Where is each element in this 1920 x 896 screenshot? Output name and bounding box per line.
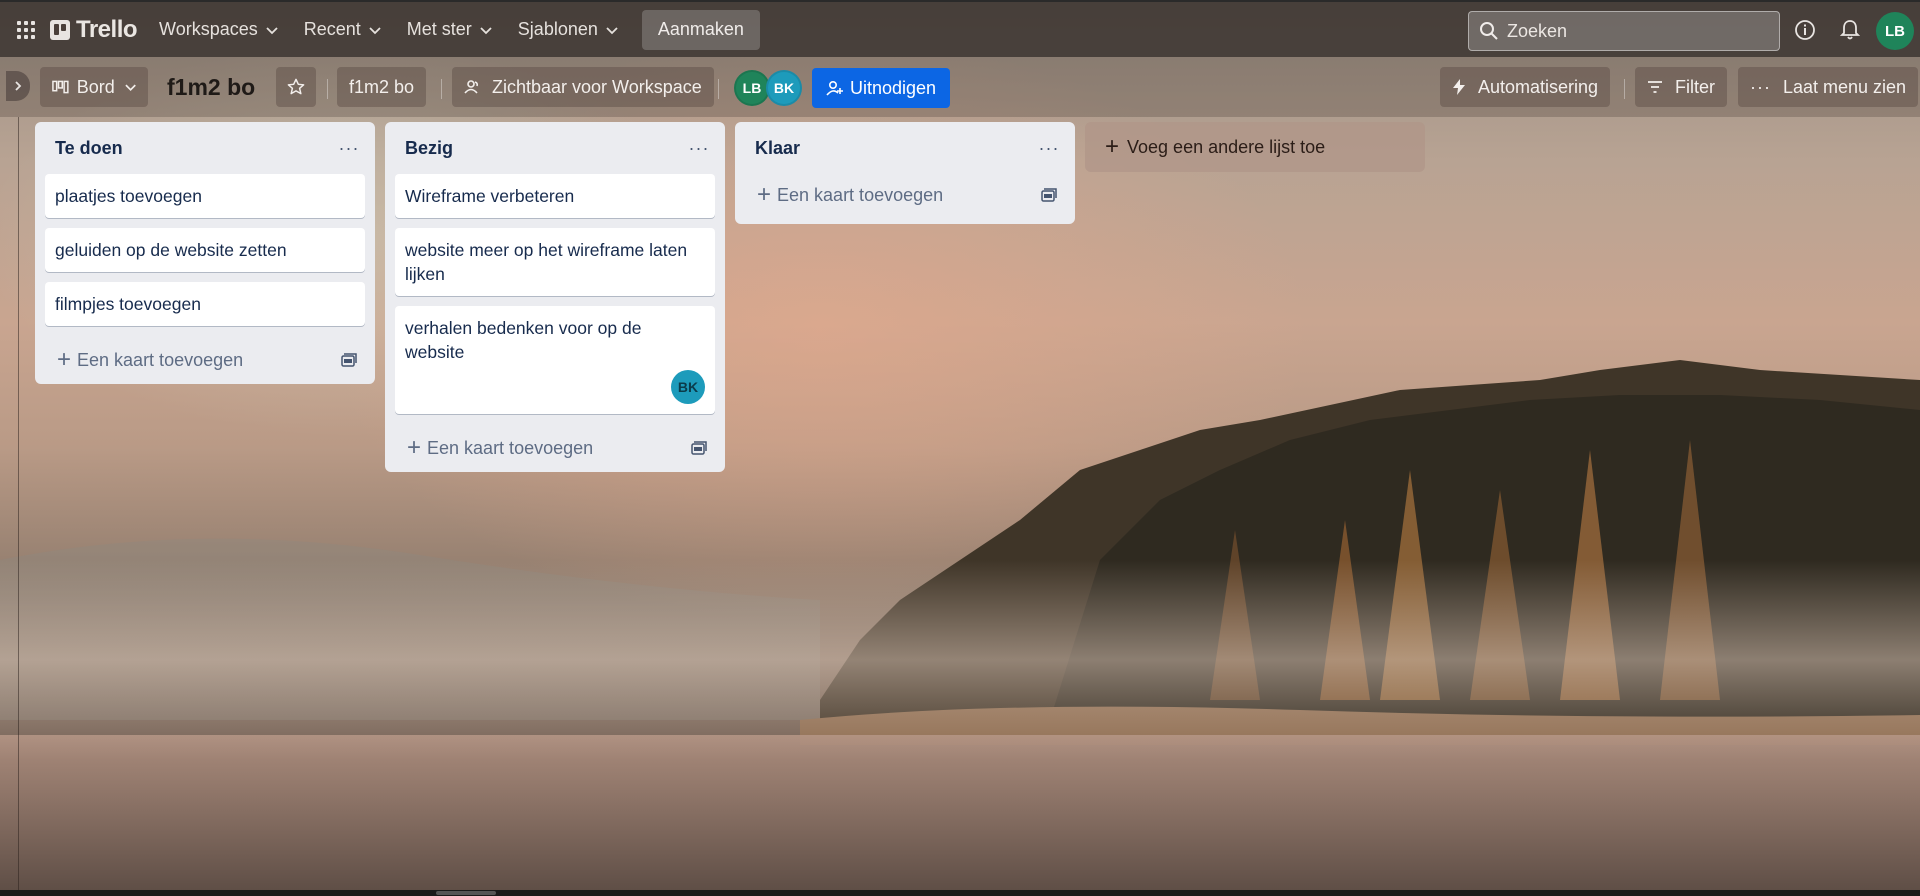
board-title[interactable]: f1m2 bo: [167, 74, 255, 101]
scrollbar-thumb[interactable]: [436, 891, 496, 895]
card[interactable]: geluiden op de website zetten: [45, 228, 365, 272]
list-menu-icon[interactable]: ···: [685, 134, 713, 162]
add-card-button[interactable]: + Een kaart toevoegen: [757, 183, 943, 207]
user-avatar[interactable]: LB: [1876, 12, 1914, 50]
plus-icon: +: [57, 346, 72, 373]
nav-templates[interactable]: Sjablonen: [508, 12, 628, 48]
add-card-label: Een kaart toevoegen: [427, 437, 594, 458]
trello-logo[interactable]: Trello: [50, 15, 138, 44]
list-menu-icon[interactable]: ···: [335, 134, 363, 162]
list-title[interactable]: Klaar: [755, 138, 800, 159]
view-switcher-button[interactable]: Bord: [40, 67, 148, 107]
chevron-down-icon: [480, 26, 492, 34]
star-board-button[interactable]: [276, 67, 316, 107]
visibility-label: Zichtbaar voor Workspace: [492, 76, 702, 97]
search-input[interactable]: [1507, 20, 1767, 42]
sidebar-toggle[interactable]: [6, 71, 30, 101]
member-avatar-bk[interactable]: BK: [766, 70, 802, 106]
chevron-down-icon: [606, 26, 618, 34]
workspace-button[interactable]: f1m2 bo: [337, 67, 427, 107]
plus-icon: +: [757, 181, 772, 208]
divider: [327, 79, 328, 99]
nav-workspaces[interactable]: Workspaces: [149, 12, 288, 48]
search-box[interactable]: [1468, 11, 1780, 51]
horizontal-scrollbar[interactable]: [0, 890, 1920, 896]
list-klaar: Klaar ··· + Een kaart toevoegen: [735, 122, 1075, 224]
list-header: Bezig ···: [385, 122, 725, 174]
nav-templates-label: Sjablonen: [517, 19, 598, 39]
add-card-row: + Een kaart toevoegen: [735, 174, 1075, 216]
list-header: Te doen ···: [35, 122, 375, 174]
lightning-icon: [1453, 79, 1465, 95]
filter-button[interactable]: Filter: [1635, 67, 1727, 107]
nav-workspaces-label: Workspaces: [159, 19, 258, 39]
card[interactable]: website meer op het wireframe laten lijk…: [395, 228, 715, 296]
add-card-row: + Een kaart toevoegen: [35, 336, 375, 384]
top-header: Trello Workspaces Recent Met ster Sjablo…: [0, 0, 1920, 57]
add-card-button[interactable]: + Een kaart toevoegen: [57, 348, 243, 372]
divider: [718, 79, 719, 99]
app-switcher-icon[interactable]: [8, 12, 44, 48]
invite-button[interactable]: Uitnodigen: [812, 68, 951, 108]
trello-logo-icon: [50, 19, 70, 40]
card-template-icon[interactable]: [689, 438, 709, 458]
list-menu-icon[interactable]: ···: [1035, 134, 1063, 162]
more-icon: ···: [1750, 76, 1771, 97]
filter-icon: [1648, 81, 1662, 93]
add-card-label: Een kaart toevoegen: [77, 349, 244, 370]
board-header: Bord f1m2 bo f1m2 bo Zichtbaar voor Work…: [0, 57, 1920, 117]
card[interactable]: filmpjes toevoegen: [45, 282, 365, 326]
visibility-button[interactable]: Zichtbaar voor Workspace: [452, 67, 714, 107]
list-te-doen: Te doen ··· plaatjes toevoegen geluiden …: [35, 122, 375, 384]
add-card-label: Een kaart toevoegen: [777, 184, 944, 205]
nav-recent[interactable]: Recent: [294, 12, 391, 48]
divider: [441, 79, 442, 99]
nav-recent-label: Recent: [303, 19, 361, 39]
invite-label: Uitnodigen: [850, 77, 937, 98]
add-list-label: Voeg een andere lijst toe: [1127, 136, 1326, 157]
logo-text: Trello: [76, 15, 138, 43]
chevron-right-icon: [15, 81, 22, 91]
plus-icon: +: [1105, 133, 1120, 160]
list-header: Klaar ···: [735, 122, 1075, 174]
card-members: BK: [405, 370, 705, 404]
search-icon: [1480, 22, 1498, 40]
list-title[interactable]: Te doen: [55, 138, 123, 159]
card-text: verhalen bedenken voor op de website: [405, 318, 642, 362]
chevron-down-icon: [125, 84, 136, 91]
add-card-row: + Een kaart toevoegen: [385, 424, 725, 472]
list-title[interactable]: Bezig: [405, 138, 453, 159]
sidebar-edge: [18, 117, 19, 890]
info-icon[interactable]: [1791, 16, 1819, 44]
people-icon: [464, 80, 479, 94]
automation-label: Automatisering: [1478, 76, 1599, 97]
add-person-icon: [826, 80, 843, 96]
add-list-button[interactable]: + Voeg een andere lijst toe: [1085, 122, 1425, 172]
filter-label: Filter: [1675, 76, 1715, 97]
nav-starred-label: Met ster: [406, 19, 472, 39]
divider: [1624, 79, 1625, 99]
show-menu-label: Laat menu zien: [1782, 76, 1907, 97]
card-template-icon[interactable]: [1039, 185, 1059, 205]
add-card-button[interactable]: + Een kaart toevoegen: [407, 436, 593, 460]
card-template-icon[interactable]: [339, 350, 359, 370]
list-bezig: Bezig ··· Wireframe verbeteren website m…: [385, 122, 725, 472]
bell-icon[interactable]: [1836, 16, 1864, 44]
nav-starred[interactable]: Met ster: [397, 12, 502, 48]
card[interactable]: verhalen bedenken voor op de website BK: [395, 306, 715, 414]
chevron-down-icon: [266, 26, 278, 34]
member-avatar-lb[interactable]: LB: [734, 70, 770, 106]
board-view-icon: [52, 80, 69, 94]
chevron-down-icon: [369, 26, 381, 34]
card[interactable]: Wireframe verbeteren: [395, 174, 715, 218]
card-member-avatar[interactable]: BK: [671, 370, 705, 404]
show-menu-button[interactable]: ··· Laat menu zien: [1738, 67, 1919, 107]
card[interactable]: plaatjes toevoegen: [45, 174, 365, 218]
plus-icon: +: [407, 434, 422, 461]
star-icon: [287, 78, 305, 95]
view-switcher-label: Bord: [76, 76, 115, 97]
automation-button[interactable]: Automatisering: [1440, 67, 1611, 107]
create-button[interactable]: Aanmaken: [641, 9, 760, 50]
